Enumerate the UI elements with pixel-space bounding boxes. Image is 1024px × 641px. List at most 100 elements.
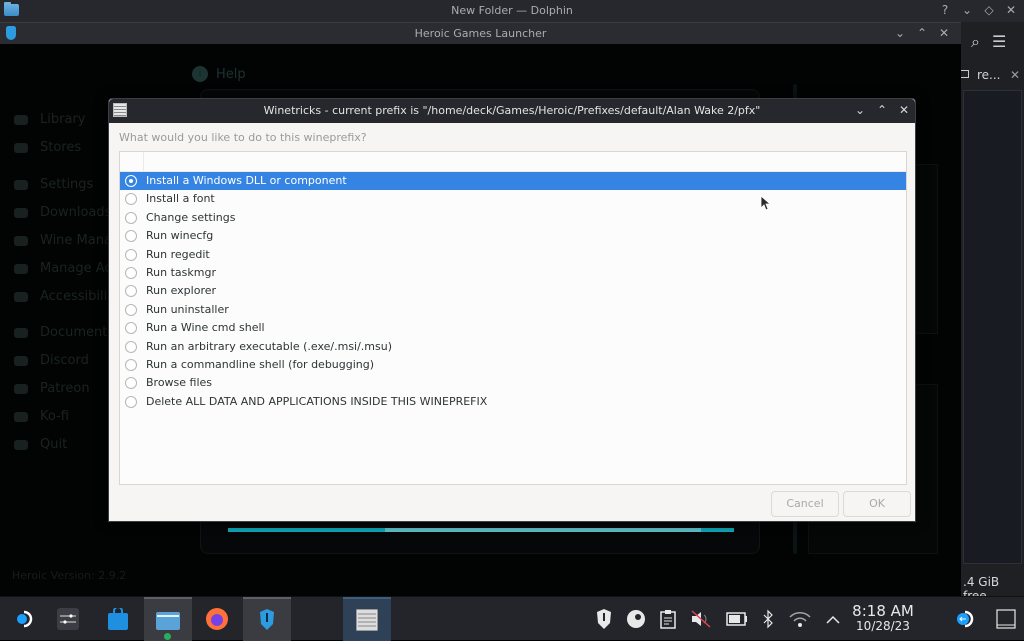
- firefox-icon: [206, 608, 228, 630]
- sidebar-item-settings[interactable]: Settings: [14, 177, 93, 192]
- taskbar-system-settings[interactable]: [44, 597, 92, 641]
- return-to-gaming-mode[interactable]: [940, 597, 988, 641]
- heroic-tray-icon[interactable]: [596, 609, 612, 629]
- option-row[interactable]: Run taskmgr: [120, 264, 906, 282]
- option-row[interactable]: Run regedit: [120, 246, 906, 264]
- battery-icon[interactable]: [726, 612, 748, 626]
- radio-button[interactable]: [125, 359, 137, 371]
- clock-date: 10/28/23: [856, 619, 910, 633]
- taskbar-winetricks[interactable]: [343, 597, 391, 641]
- keep-above-button[interactable]: ◇: [982, 2, 996, 18]
- folder-icon: [156, 612, 180, 630]
- option-row[interactable]: Run an arbitrary executable (.exe/.msi/.…: [120, 338, 906, 356]
- taskbar-steam-return[interactable]: [0, 597, 48, 641]
- file-view[interactable]: [963, 90, 1022, 564]
- heroic-window-title: Heroic Games Launcher: [414, 27, 547, 40]
- minimize-button[interactable]: ⌄: [893, 25, 907, 41]
- store-icon: [14, 142, 28, 153]
- clock[interactable]: 8:18 AM 10/28/23: [833, 603, 933, 633]
- steam-tray-icon[interactable]: [626, 609, 646, 629]
- sidebar-item-stores[interactable]: Stores: [14, 140, 81, 155]
- accessibility-icon: [14, 291, 28, 302]
- clipboard-icon[interactable]: [660, 609, 676, 629]
- option-row[interactable]: Run a Wine cmd shell: [120, 319, 906, 337]
- wifi-icon[interactable]: [788, 610, 812, 628]
- tab-close-icon[interactable]: ✕: [1010, 64, 1020, 86]
- sidebar-item-library[interactable]: Library: [14, 112, 85, 127]
- maximize-button[interactable]: ⌃: [915, 25, 929, 41]
- hamburger-menu-icon[interactable]: ☰: [992, 32, 1006, 52]
- info-icon: i: [192, 66, 208, 82]
- radio-button[interactable]: [125, 175, 137, 187]
- sidebar-item-quit[interactable]: Quit: [14, 437, 67, 452]
- option-label: Run explorer: [146, 284, 217, 298]
- option-row[interactable]: Install a Windows DLL or component: [120, 172, 906, 190]
- dolphin-content: ⌕ ☰ re... ✕ .4 GiB free: [959, 22, 1024, 603]
- option-label: Run a commandline shell (for debugging): [146, 358, 375, 371]
- list-header: [120, 152, 906, 172]
- winetricks-dialog: Winetricks - current prefix is "/home/de…: [108, 98, 916, 522]
- tab-folder[interactable]: re... ✕: [959, 64, 1024, 86]
- show-desktop-button[interactable]: [982, 597, 1024, 641]
- volume-muted-icon[interactable]: [690, 609, 712, 629]
- sidebar-item-patreon[interactable]: Patreon: [14, 381, 90, 396]
- radio-button[interactable]: [125, 193, 137, 206]
- radio-button[interactable]: [125, 211, 137, 224]
- steam-return-icon: [17, 610, 33, 628]
- show-desktop-icon: [996, 609, 1016, 629]
- radio-button[interactable]: [125, 248, 137, 261]
- option-label: Run uninstaller: [146, 302, 229, 316]
- taskbar-discover[interactable]: [94, 597, 142, 641]
- dolphin-window-title: New Folder — Dolphin: [451, 4, 573, 17]
- heroic-version: Heroic Version: 2.9.2: [12, 569, 127, 582]
- bluetooth-icon[interactable]: [762, 609, 774, 629]
- option-row[interactable]: Change settings: [120, 209, 906, 227]
- taskbar-heroic[interactable]: [243, 597, 291, 641]
- tab-label: re...: [977, 68, 1001, 82]
- option-row[interactable]: Run a commandline shell (for debugging): [120, 356, 906, 374]
- close-button[interactable]: ✕: [937, 25, 951, 41]
- cancel-button[interactable]: Cancel: [771, 491, 839, 517]
- sidebar-item-kofi[interactable]: Ko-fi: [14, 409, 69, 424]
- sidebar-item-discord[interactable]: Discord: [14, 353, 89, 368]
- radio-button[interactable]: [125, 303, 137, 316]
- taskbar-dolphin[interactable]: [144, 597, 192, 641]
- option-label: Delete ALL DATA AND APPLICATIONS INSIDE …: [146, 394, 488, 408]
- maximize-button[interactable]: ⌃: [875, 102, 889, 118]
- radio-button[interactable]: [125, 230, 137, 243]
- sidebar-item-downloads[interactable]: Downloads: [14, 205, 111, 220]
- sidebar-item-accessibility[interactable]: Accessibility: [14, 289, 120, 304]
- taskbar: 8:18 AM 10/28/23: [0, 596, 1024, 641]
- option-row[interactable]: Browse files: [120, 374, 906, 392]
- taskbar-firefox[interactable]: [193, 597, 241, 641]
- radio-button[interactable]: [125, 285, 137, 298]
- close-button[interactable]: ✕: [1004, 2, 1018, 18]
- discord-icon: [14, 355, 28, 366]
- radio-button[interactable]: [125, 340, 137, 353]
- option-label: Run a Wine cmd shell: [146, 321, 265, 335]
- minimize-button[interactable]: ⌄: [960, 2, 974, 18]
- option-row[interactable]: Delete ALL DATA AND APPLICATIONS INSIDE …: [120, 393, 906, 411]
- search-icon[interactable]: ⌕: [971, 32, 980, 52]
- radio-button[interactable]: [125, 377, 137, 390]
- option-label: Browse files: [146, 376, 213, 390]
- option-row[interactable]: Install a font: [120, 190, 906, 208]
- radio-button[interactable]: [125, 322, 137, 335]
- radio-button[interactable]: [125, 395, 137, 408]
- option-row[interactable]: Run explorer: [120, 282, 906, 300]
- option-row[interactable]: Run winecfg: [120, 227, 906, 245]
- winetricks-titlebar: Winetricks - current prefix is "/home/de…: [109, 99, 915, 123]
- new-window-badge: [164, 633, 171, 640]
- minimize-button[interactable]: ⌄: [853, 102, 867, 118]
- options-list[interactable]: Install a Windows DLL or component Instal…: [119, 151, 907, 485]
- help-button[interactable]: ?: [938, 2, 952, 18]
- ok-button[interactable]: OK: [843, 491, 911, 517]
- heroic-titlebar: Heroic Games Launcher ⌄ ⌃ ✕: [0, 22, 961, 44]
- return-arrow-icon: [957, 610, 974, 628]
- heroic-shield-icon: [260, 609, 274, 630]
- option-row[interactable]: Run uninstaller: [120, 301, 906, 319]
- close-button[interactable]: ✕: [897, 102, 911, 118]
- store-bag-icon: [108, 608, 128, 630]
- radio-button[interactable]: [125, 267, 137, 279]
- option-label: Install a font: [146, 192, 215, 206]
